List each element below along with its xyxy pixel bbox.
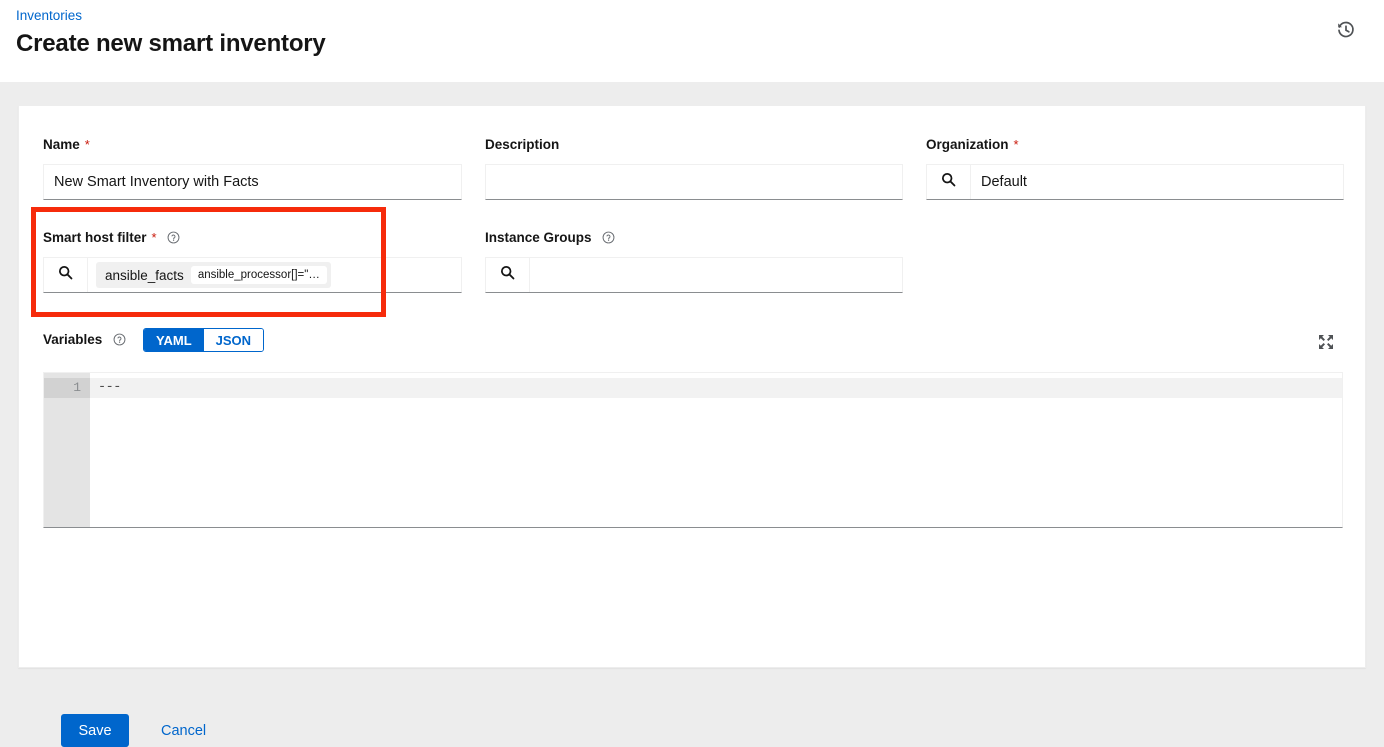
editor-gutter: 1 — [44, 373, 90, 527]
form-card: Name* New Smart Inventory with Facts Des… — [18, 105, 1366, 668]
question-circle-icon[interactable] — [602, 231, 615, 248]
variables-format-toggle[interactable]: YAML JSON — [143, 328, 264, 352]
variables-label: Variables — [43, 332, 126, 350]
breadcrumb-inventories[interactable]: Inventories — [16, 8, 82, 24]
filter-chip[interactable]: ansible_facts ansible_processor[]="… — [96, 262, 331, 288]
filter-chip-value: ansible_processor[]="… — [191, 266, 327, 284]
question-circle-icon[interactable] — [113, 333, 126, 350]
organization-label: Organization* — [926, 137, 1019, 153]
cancel-button[interactable]: Cancel — [147, 714, 220, 747]
description-input-wrapper[interactable] — [485, 164, 903, 200]
search-icon — [500, 265, 515, 285]
instance-groups-input[interactable] — [530, 258, 902, 292]
expand-arrows-icon — [1318, 334, 1334, 355]
filter-chip-key: ansible_facts — [105, 268, 184, 283]
name-label: Name* — [43, 137, 90, 153]
organization-input-wrapper[interactable]: Default — [926, 164, 1344, 200]
smart-host-filter-required-marker: * — [152, 230, 157, 245]
question-circle-icon[interactable] — [167, 231, 180, 248]
toggle-yaml[interactable]: YAML — [144, 329, 204, 351]
description-label: Description — [485, 137, 559, 153]
expand-editor-button[interactable] — [1315, 333, 1337, 355]
smart-host-filter-search-button[interactable] — [44, 258, 88, 292]
page-header: Inventories Create new smart inventory — [0, 0, 1384, 82]
variables-code-editor[interactable]: 1 --- — [43, 372, 1343, 528]
smart-host-filter-chip-area[interactable]: ansible_facts ansible_processor[]="… — [88, 258, 461, 292]
editor-line-number: 1 — [44, 378, 90, 398]
search-icon — [58, 265, 73, 285]
editor-line[interactable]: --- — [90, 378, 1342, 398]
toggle-json[interactable]: JSON — [204, 329, 263, 351]
instance-groups-label: Instance Groups — [485, 230, 615, 248]
save-button[interactable]: Save — [61, 714, 129, 747]
history-icon — [1336, 20, 1356, 45]
smart-host-filter-input-wrapper[interactable]: ansible_facts ansible_processor[]="… — [43, 257, 462, 293]
search-icon — [941, 172, 956, 192]
smart-host-filter-label: Smart host filter* — [43, 230, 180, 248]
name-required-marker: * — [85, 137, 90, 152]
organization-input[interactable]: Default — [971, 165, 1343, 199]
name-input-wrapper[interactable]: New Smart Inventory with Facts — [43, 164, 462, 200]
editor-code-area[interactable]: --- — [90, 373, 1342, 527]
organization-search-button[interactable] — [927, 165, 971, 199]
name-input[interactable]: New Smart Inventory with Facts — [44, 165, 461, 199]
description-input[interactable] — [486, 165, 902, 199]
history-icon-button[interactable] — [1332, 18, 1360, 46]
page-title: Create new smart inventory — [16, 29, 326, 59]
instance-groups-search-button[interactable] — [486, 258, 530, 292]
organization-required-marker: * — [1014, 137, 1019, 152]
instance-groups-input-wrapper[interactable] — [485, 257, 903, 293]
